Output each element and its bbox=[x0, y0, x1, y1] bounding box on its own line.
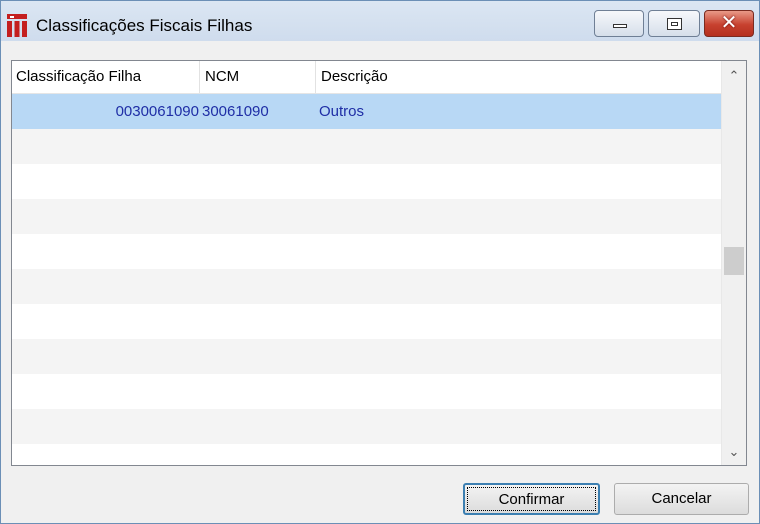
cell-descricao: Outros bbox=[319, 103, 365, 120]
empty-row bbox=[12, 164, 722, 199]
title-bar[interactable]: Classificações Fiscais Filhas ✕ bbox=[1, 1, 759, 49]
cell-classificacao-filha: 0030061090 bbox=[115, 103, 199, 120]
table-row[interactable]: 0030061090 30061090 Outros bbox=[12, 94, 722, 129]
close-icon: ✕ bbox=[720, 12, 738, 34]
app-logo-icon bbox=[7, 14, 27, 37]
minimize-icon bbox=[613, 24, 627, 28]
empty-row bbox=[12, 129, 722, 164]
close-button[interactable]: ✕ bbox=[704, 10, 754, 37]
column-header-classificacao-filha[interactable]: Classificação Filha bbox=[12, 61, 200, 93]
window-title: Classificações Fiscais Filhas bbox=[36, 16, 253, 35]
empty-row bbox=[12, 199, 722, 234]
dialog-window: Classificações Fiscais Filhas ✕ Classifi… bbox=[0, 0, 760, 524]
maximize-icon bbox=[667, 18, 682, 30]
column-header-ncm[interactable]: NCM bbox=[200, 61, 316, 93]
grid-header: Classificação Filha NCM Descrição bbox=[12, 61, 722, 94]
minimize-button[interactable] bbox=[594, 10, 644, 37]
empty-row bbox=[12, 339, 722, 374]
cancel-button[interactable]: Cancelar bbox=[614, 483, 749, 515]
empty-row bbox=[12, 409, 722, 444]
scrollbar-thumb[interactable] bbox=[724, 247, 744, 275]
maximize-button[interactable] bbox=[648, 10, 700, 37]
grid-rows: 0030061090 30061090 Outros bbox=[12, 94, 722, 465]
column-header-descricao[interactable]: Descrição bbox=[316, 61, 722, 93]
vertical-scrollbar[interactable]: ⌃ ⌄ bbox=[721, 61, 746, 465]
scroll-down-icon[interactable]: ⌄ bbox=[722, 439, 746, 465]
empty-row bbox=[12, 269, 722, 304]
classificacoes-grid[interactable]: Classificação Filha NCM Descrição 003006… bbox=[11, 60, 747, 466]
empty-row bbox=[12, 234, 722, 269]
cell-ncm: 30061090 bbox=[202, 103, 269, 120]
confirm-button[interactable]: Confirmar bbox=[463, 483, 600, 515]
empty-row bbox=[12, 374, 722, 409]
empty-row bbox=[12, 444, 722, 465]
empty-row bbox=[12, 304, 722, 339]
scroll-up-icon[interactable]: ⌃ bbox=[722, 63, 746, 89]
